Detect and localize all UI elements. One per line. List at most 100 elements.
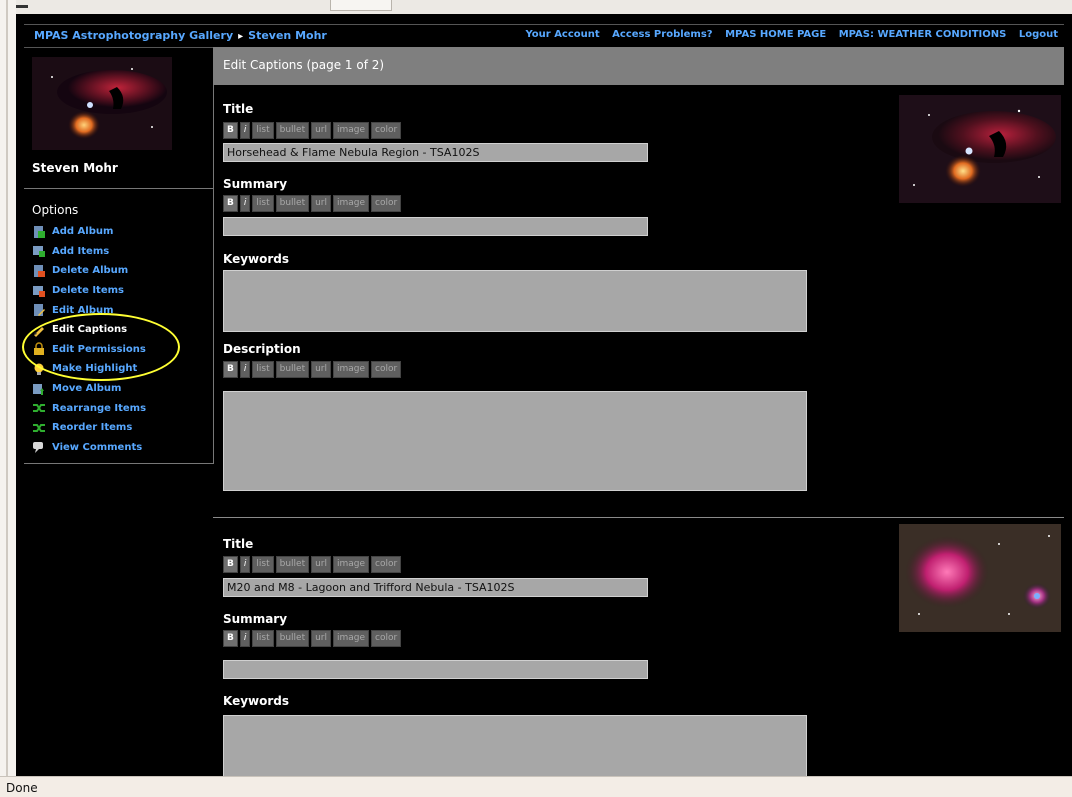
option-add-album[interactable]: Add Album [32,222,146,242]
top-navigation: MPAS Astrophotography Gallery ▸ Steven Moh… [24,24,1064,48]
home-page-link[interactable]: MPAS HOME PAGE [725,29,826,40]
browser-toolbar-strip [0,0,1072,15]
summary-input[interactable] [223,217,648,236]
image-button[interactable]: image [333,122,370,139]
list-button[interactable]: list [252,361,274,378]
bold-button[interactable]: B [223,361,238,378]
title-format-toolbar: Bi list bullet url image color [223,556,403,573]
main-content: Edit Captions (page 1 of 2) Title Bi list… [213,47,1064,776]
url-button[interactable]: url [311,556,331,573]
page-title: Edit Captions (page 1 of 2) [223,58,385,72]
option-edit-album[interactable]: Edit Album [32,300,146,320]
option-add-items[interactable]: Add Items [32,242,146,262]
italic-button[interactable]: i [239,195,251,212]
your-account-link[interactable]: Your Account [525,29,599,40]
album-thumbnail[interactable] [32,57,172,150]
color-button[interactable]: color [371,195,402,212]
color-button[interactable]: color [371,630,402,647]
bullet-button[interactable]: bullet [275,556,310,573]
description-textarea[interactable] [223,391,807,491]
bullet-button[interactable]: bullet [275,630,310,647]
list-button[interactable]: list [252,122,274,139]
delete-album-icon [34,264,45,277]
bullet-button[interactable]: bullet [275,195,310,212]
shuffle-icon [33,423,45,432]
image-button[interactable]: image [333,195,370,212]
url-button[interactable]: url [311,122,331,139]
breadcrumb-separator: ▸ [238,31,244,42]
delete-items-icon [33,285,45,297]
image-button[interactable]: image [333,630,370,647]
summary-label: Summary [223,177,288,191]
color-button[interactable]: color [371,361,402,378]
top-links: Your Account Access Problems? MPAS HOME … [516,29,1058,40]
breadcrumb-album-link[interactable]: Steven Mohr [248,29,327,42]
edit-album-icon [34,304,45,317]
bold-button[interactable]: B [223,556,238,573]
summary-label: Summary [223,612,288,626]
options-heading: Options [32,203,79,217]
item-thumbnail-lagoon-trifid[interactable] [899,524,1061,632]
album-owner-name: Steven Mohr [32,161,118,175]
title-input[interactable]: M20 and M8 - Lagoon and Trifford Nebula … [223,578,648,597]
italic-button[interactable]: i [239,122,251,139]
status-text: Done [6,781,38,795]
title-label: Title [223,537,254,551]
option-view-comments[interactable]: View Comments [32,438,146,458]
option-rearrange-items[interactable]: Rearrange Items [32,398,146,418]
option-make-highlight[interactable]: Make Highlight [32,359,146,379]
summary-format-toolbar: Bi list bullet url image color [223,195,403,212]
bold-button[interactable]: B [223,122,238,139]
url-button[interactable]: url [311,195,331,212]
italic-button[interactable]: i [239,556,251,573]
comment-icon [33,442,43,454]
image-button[interactable]: image [333,361,370,378]
description-label: Description [223,342,301,356]
bullet-button[interactable]: bullet [275,361,310,378]
option-reorder-items[interactable]: Reorder Items [32,418,146,438]
scrollbar[interactable] [6,0,8,776]
item-thumbnail-horsehead[interactable] [899,95,1061,203]
keywords-textarea[interactable] [223,715,807,776]
color-button[interactable]: color [371,556,402,573]
breadcrumb: MPAS Astrophotography Gallery ▸ Steven Moh… [34,29,327,42]
keywords-textarea[interactable] [223,270,807,332]
bold-button[interactable]: B [223,630,238,647]
lightbulb-icon [34,363,44,375]
option-move-album[interactable]: Move Album [32,379,146,399]
list-button[interactable]: list [252,630,274,647]
weather-conditions-link[interactable]: MPAS: WEATHER CONDITIONS [839,29,1007,40]
option-delete-album[interactable]: Delete Album [32,261,146,281]
description-format-toolbar: Bi list bullet url image color [223,361,403,378]
summary-format-toolbar: Bi list bullet url image color [223,630,403,647]
breadcrumb-gallery-link[interactable]: MPAS Astrophotography Gallery [34,29,233,42]
italic-button[interactable]: i [239,630,251,647]
keywords-label: Keywords [223,252,290,266]
list-button[interactable]: list [252,195,274,212]
page-title-bar: Edit Captions (page 1 of 2) [213,47,1064,85]
italic-button[interactable]: i [239,361,251,378]
list-button[interactable]: list [252,556,274,573]
option-delete-items[interactable]: Delete Items [32,281,146,301]
image-button[interactable]: image [333,556,370,573]
color-button[interactable]: color [371,122,402,139]
title-input[interactable]: Horsehead & Flame Nebula Region - TSA102… [223,143,648,162]
bold-button[interactable]: B [223,195,238,212]
summary-input[interactable] [223,660,648,679]
keywords-label: Keywords [223,694,290,708]
add-items-icon [33,246,45,258]
browser-tab[interactable] [330,0,392,11]
bullet-button[interactable]: bullet [275,122,310,139]
options-list: Add Album Add Items Delete Album Delete … [32,222,146,457]
access-problems-link[interactable]: Access Problems? [612,29,712,40]
option-edit-permissions[interactable]: Edit Permissions [32,340,146,360]
url-button[interactable]: url [311,630,331,647]
option-edit-captions[interactable]: Edit Captions [32,320,146,340]
url-button[interactable]: url [311,361,331,378]
lock-icon [34,342,44,356]
logout-link[interactable]: Logout [1019,29,1058,40]
sidebar: Steven Mohr Options Add Album Add Items … [22,47,214,464]
add-album-icon [34,225,45,238]
browser-left-gutter [0,0,16,776]
pencil-icon [34,326,44,337]
